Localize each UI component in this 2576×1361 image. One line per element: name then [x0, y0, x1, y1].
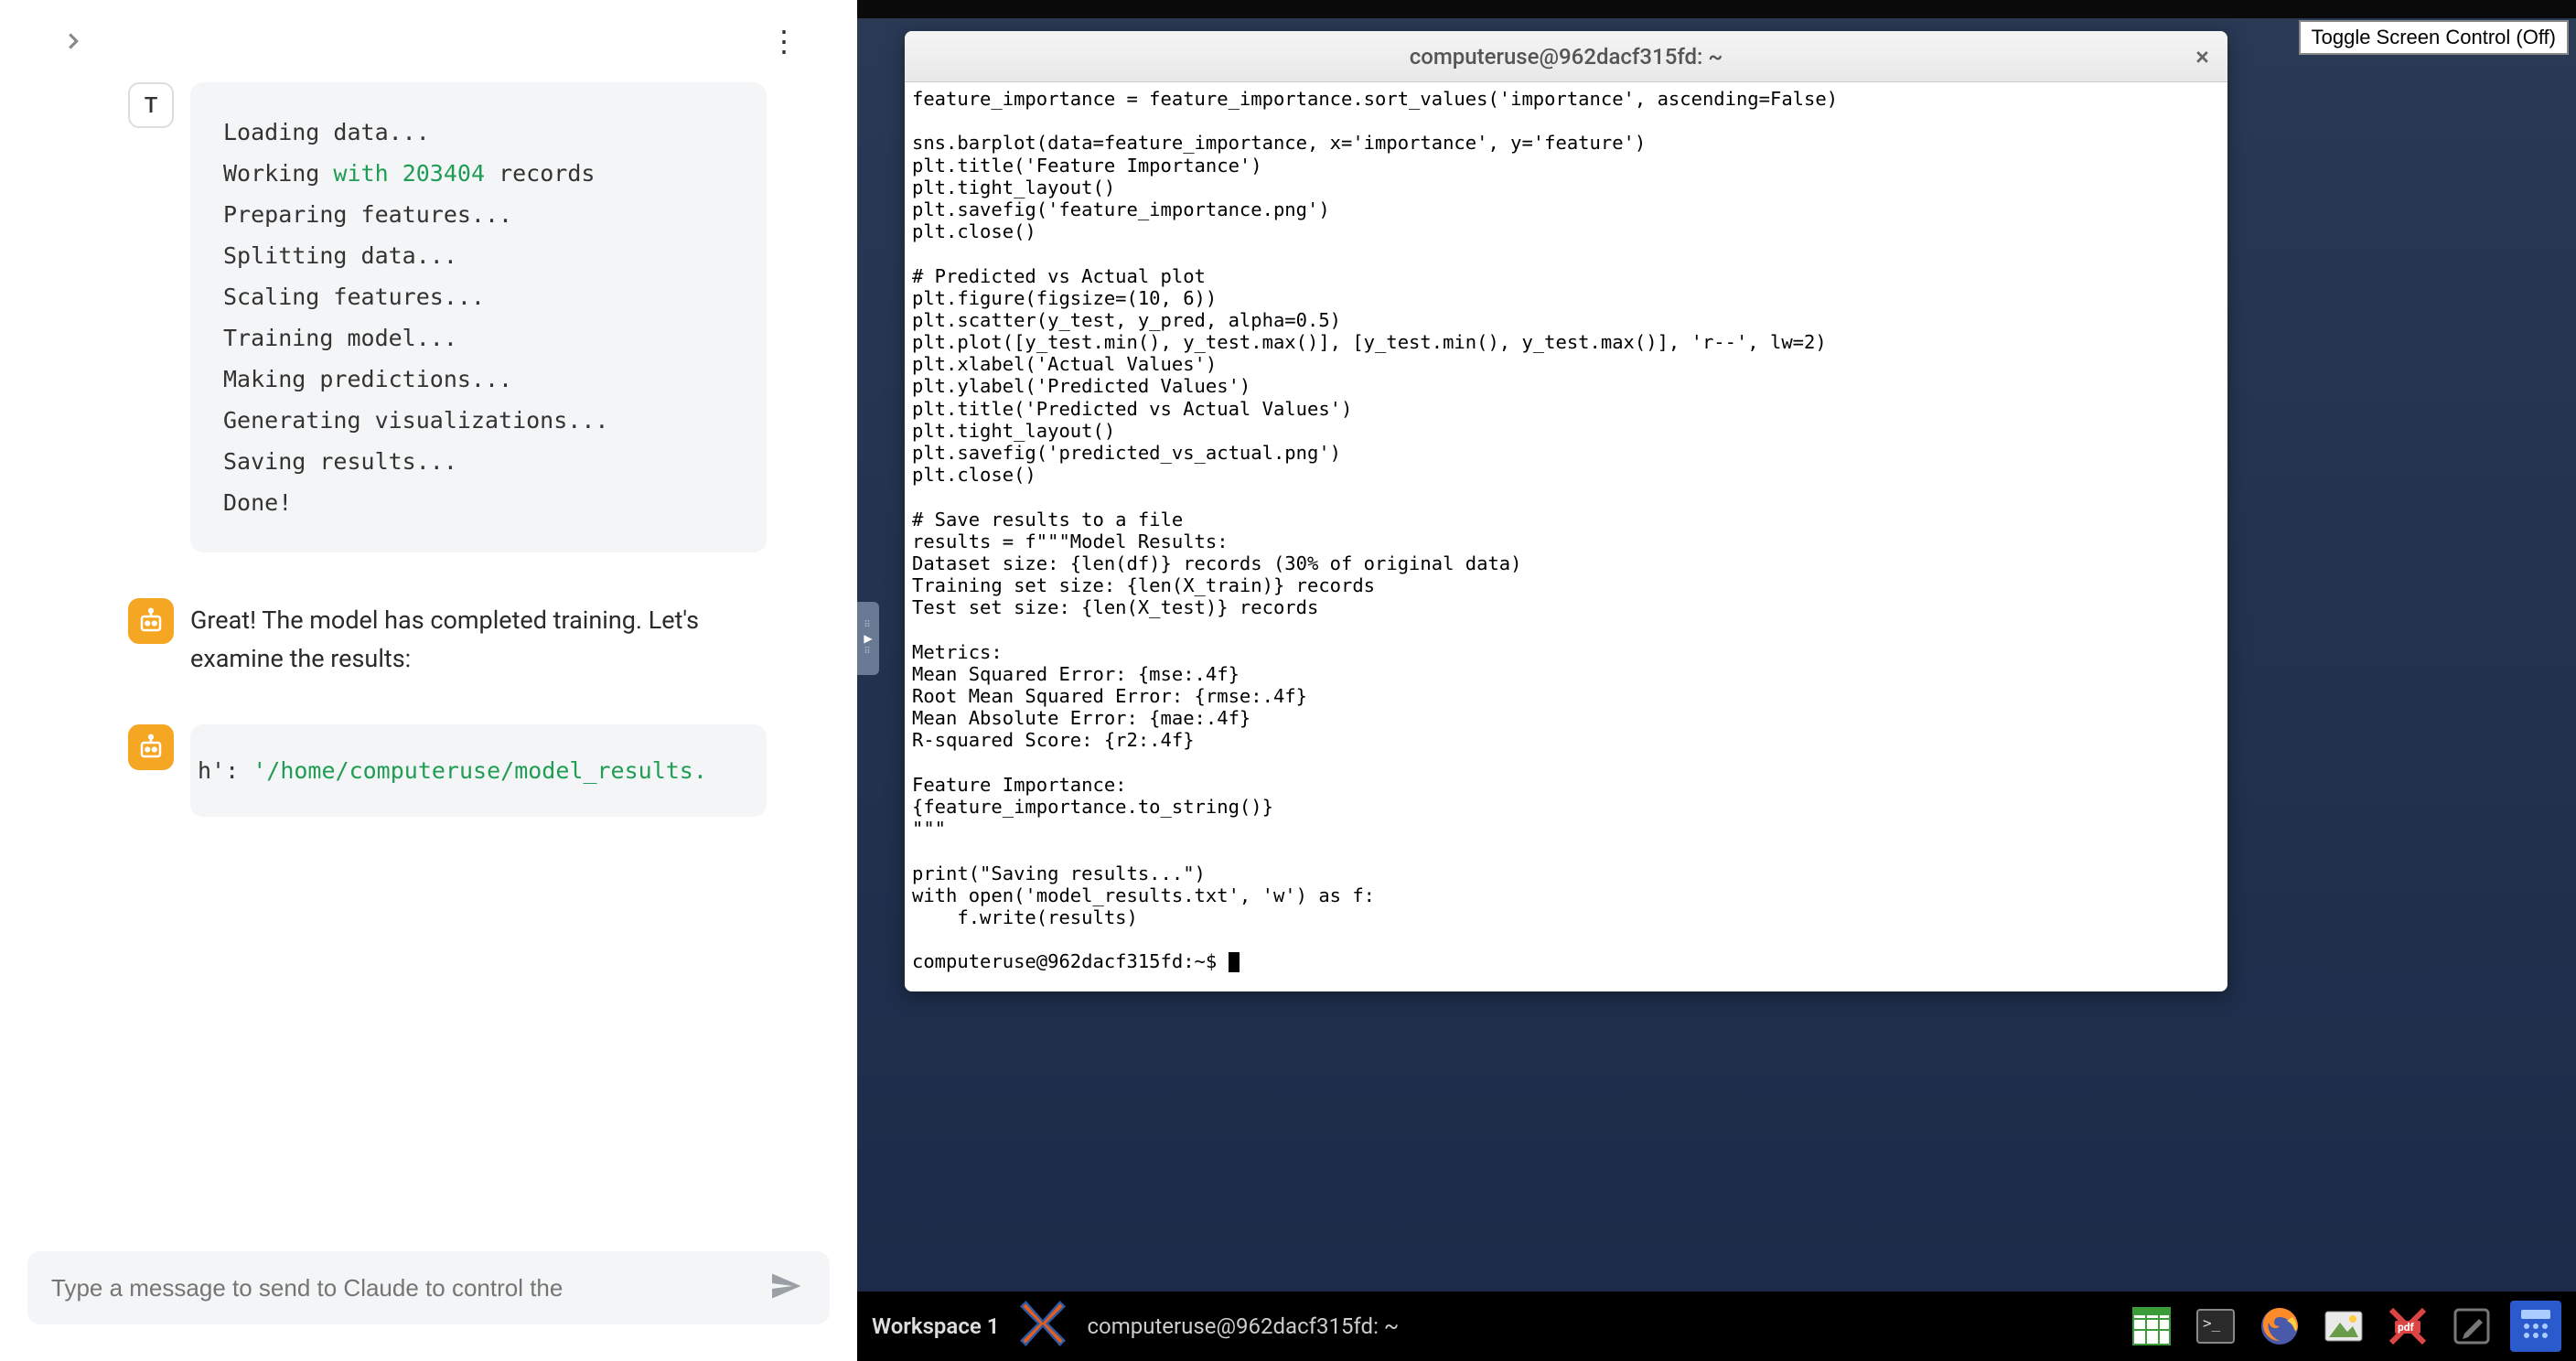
chat-content: T Loading data... Working with 203404 re… [0, 82, 857, 1233]
message-input[interactable] [51, 1274, 769, 1302]
close-icon[interactable]: × [2195, 41, 2209, 71]
svg-text:>_: >_ [2203, 1314, 2221, 1332]
bot-message-text: Great! The model has completed training.… [190, 598, 776, 679]
workspace-label[interactable]: Workspace 1 [872, 1313, 999, 1339]
user-avatar: T [128, 82, 174, 128]
image-viewer-icon[interactable] [2318, 1301, 2369, 1352]
bot-icon [137, 607, 165, 635]
pdf-icon[interactable]: pdf [2382, 1301, 2433, 1352]
bot-avatar [128, 598, 174, 644]
message-row: T Loading data... Working with 203404 re… [27, 82, 830, 552]
code-output-block: Loading data... Working with 203404 reco… [190, 82, 767, 552]
system-tray: >_ pdf [2126, 1301, 2561, 1352]
text-editor-icon[interactable] [2446, 1301, 2497, 1352]
code-output-block-2: h': '/home/computeruse/model_results. [190, 724, 767, 817]
bot-avatar [128, 724, 174, 770]
terminal-output: feature_importance = feature_importance.… [912, 88, 1838, 928]
terminal-cursor [1229, 952, 1240, 972]
terminal-title-text: computeruse@962dacf315fd: ~ [1410, 44, 1723, 70]
input-area [0, 1233, 857, 1361]
firefox-icon[interactable] [2254, 1301, 2305, 1352]
chat-header: ⋮ [0, 0, 857, 82]
svg-text:pdf: pdf [2398, 1321, 2415, 1334]
message-row: Great! The model has completed training.… [27, 598, 830, 679]
send-icon[interactable] [769, 1270, 806, 1306]
terminal-body[interactable]: feature_importance = feature_importance.… [905, 82, 2227, 991]
taskbar: Workspace 1 computeruse@962dacf315fd: ~ … [857, 1291, 2576, 1361]
terminal-icon[interactable]: >_ [2190, 1301, 2241, 1352]
terminal-titlebar[interactable]: computeruse@962dacf315fd: ~ × [905, 31, 2227, 82]
x-logo-icon[interactable] [1017, 1298, 1068, 1355]
chat-panel: ⋮ T Loading data... Working with 203404 … [0, 0, 857, 1361]
panel-expand-handle[interactable]: ⠿ ▶ ⠿ [857, 602, 879, 675]
toggle-screen-control-button[interactable]: Toggle Screen Control (Off) [2299, 20, 2569, 55]
calculator-icon[interactable] [2510, 1301, 2561, 1352]
terminal-prompt: computeruse@962dacf315fd:~$ [912, 950, 1229, 972]
bot-icon [137, 734, 165, 761]
desktop-panel: Toggle Screen Control (Off) ⠿ ▶ ⠿ comput… [857, 0, 2576, 1361]
message-row: h': '/home/computeruse/model_results. [27, 724, 830, 817]
chevron-right-icon[interactable] [55, 23, 91, 59]
spreadsheet-icon[interactable] [2126, 1301, 2177, 1352]
taskbar-item-terminal[interactable]: computeruse@962dacf315fd: ~ [1087, 1313, 1399, 1339]
terminal-window: computeruse@962dacf315fd: ~ × feature_im… [905, 31, 2227, 991]
kebab-menu-icon[interactable]: ⋮ [766, 23, 802, 59]
message-input-box[interactable] [27, 1251, 830, 1324]
